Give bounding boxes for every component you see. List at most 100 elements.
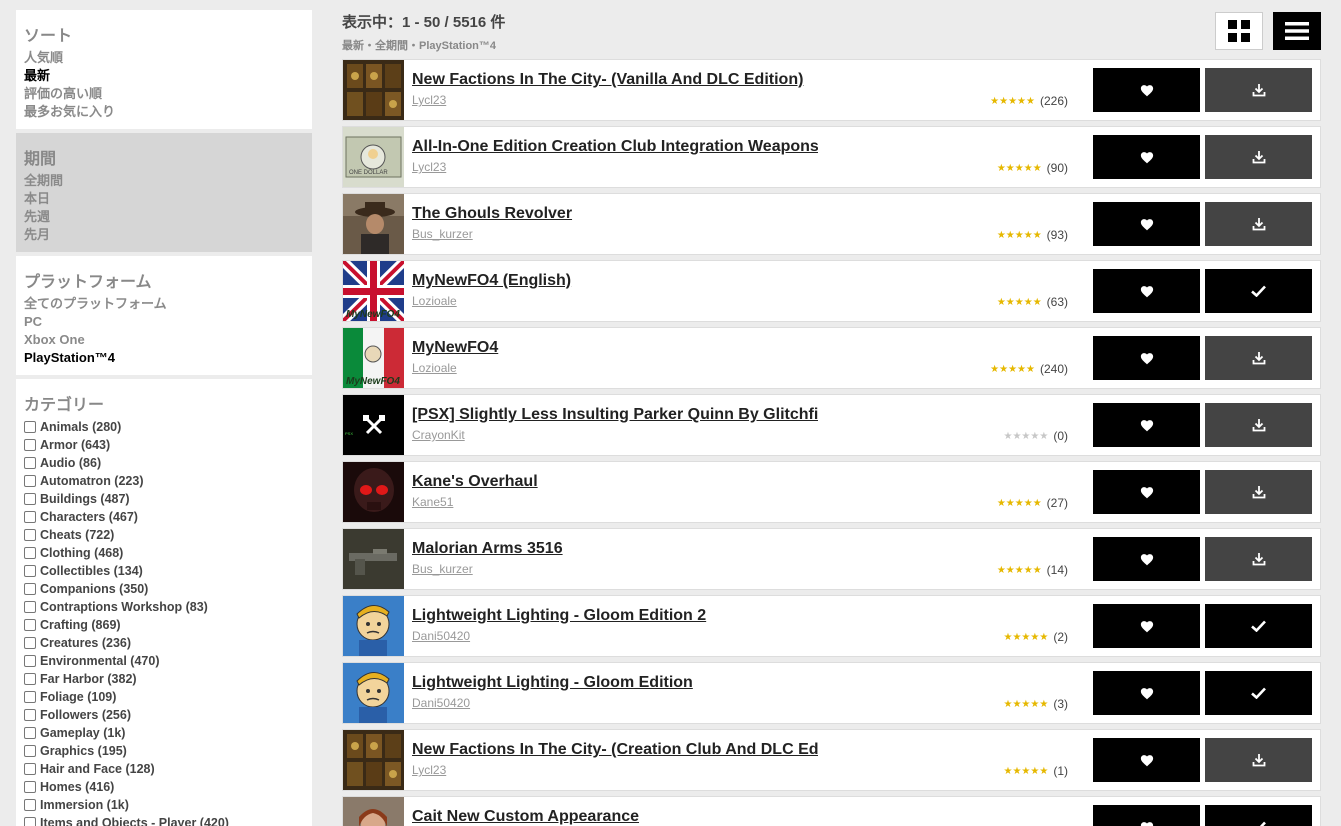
category-checkbox[interactable] [24, 493, 36, 505]
category-checkbox[interactable] [24, 727, 36, 739]
category-item[interactable]: Armor (643) [24, 436, 304, 454]
category-item[interactable]: Contraptions Workshop (83) [24, 598, 304, 616]
mod-author-link[interactable]: Lozioale [412, 361, 457, 375]
category-checkbox[interactable] [24, 619, 36, 631]
download-button[interactable] [1205, 403, 1312, 447]
mod-thumbnail[interactable]: MyNewFO4 [343, 328, 404, 388]
favorite-button[interactable] [1093, 805, 1200, 826]
mod-thumbnail[interactable] [343, 462, 404, 522]
sort-option[interactable]: 最新 [24, 67, 304, 85]
category-item[interactable]: Environmental (470) [24, 652, 304, 670]
category-checkbox[interactable] [24, 637, 36, 649]
platform-option[interactable]: 全てのプラットフォーム [24, 295, 304, 313]
favorite-button[interactable] [1093, 738, 1200, 782]
category-item[interactable]: Far Harbor (382) [24, 670, 304, 688]
category-checkbox[interactable] [24, 529, 36, 541]
mod-author-link[interactable]: Dani50420 [412, 696, 470, 710]
mod-title-link[interactable]: Cait New Custom Appearance [412, 808, 818, 826]
category-item[interactable]: Crafting (869) [24, 616, 304, 634]
category-checkbox[interactable] [24, 601, 36, 613]
download-button[interactable] [1205, 470, 1312, 514]
favorite-button[interactable] [1093, 135, 1200, 179]
mod-thumbnail[interactable] [343, 529, 404, 589]
mod-thumbnail[interactable] [343, 797, 404, 826]
category-item[interactable]: Creatures (236) [24, 634, 304, 652]
category-item[interactable]: Automatron (223) [24, 472, 304, 490]
mod-title-link[interactable]: New Factions In The City- (Vanilla And D… [412, 71, 818, 89]
category-item[interactable]: Followers (256) [24, 706, 304, 724]
favorite-button[interactable] [1093, 537, 1200, 581]
category-checkbox[interactable] [24, 655, 36, 667]
download-button[interactable] [1205, 68, 1312, 112]
sort-option[interactable]: 評価の高い順 [24, 85, 304, 103]
mod-thumbnail[interactable] [343, 60, 404, 120]
category-checkbox[interactable] [24, 709, 36, 721]
period-option[interactable]: 先月 [24, 226, 304, 244]
period-option[interactable]: 本日 [24, 190, 304, 208]
category-item[interactable]: Audio (86) [24, 454, 304, 472]
download-button[interactable] [1205, 135, 1312, 179]
period-option[interactable]: 先週 [24, 208, 304, 226]
download-button[interactable] [1205, 738, 1312, 782]
mod-author-link[interactable]: Lycl23 [412, 93, 446, 107]
category-checkbox[interactable] [24, 421, 36, 433]
download-button[interactable] [1205, 336, 1312, 380]
favorite-button[interactable] [1093, 336, 1200, 380]
category-item[interactable]: Graphics (195) [24, 742, 304, 760]
mod-author-link[interactable]: Dani50420 [412, 629, 470, 643]
mod-title-link[interactable]: Malorian Arms 3516 [412, 540, 818, 558]
category-checkbox[interactable] [24, 745, 36, 757]
category-item[interactable]: Immersion (1k) [24, 796, 304, 814]
favorite-button[interactable] [1093, 604, 1200, 648]
mod-thumbnail[interactable] [343, 194, 404, 254]
installed-button[interactable] [1205, 604, 1312, 648]
mod-author-link[interactable]: Lycl23 [412, 763, 446, 777]
category-checkbox[interactable] [24, 511, 36, 523]
list-view-button[interactable] [1273, 12, 1321, 50]
category-checkbox[interactable] [24, 457, 36, 469]
category-item[interactable]: Collectibles (134) [24, 562, 304, 580]
mod-thumbnail[interactable] [343, 663, 404, 723]
installed-button[interactable] [1205, 805, 1312, 826]
mod-author-link[interactable]: Bus_kurzer [412, 562, 473, 576]
mod-author-link[interactable]: Lozioale [412, 294, 457, 308]
favorite-button[interactable] [1093, 470, 1200, 514]
mod-thumbnail[interactable]: PSX [343, 395, 404, 455]
platform-option[interactable]: PC [24, 313, 304, 331]
mod-title-link[interactable]: The Ghouls Revolver [412, 205, 818, 223]
category-checkbox[interactable] [24, 475, 36, 487]
category-item[interactable]: Clothing (468) [24, 544, 304, 562]
mod-title-link[interactable]: MyNewFO4 [412, 339, 818, 357]
category-checkbox[interactable] [24, 439, 36, 451]
favorite-button[interactable] [1093, 269, 1200, 313]
favorite-button[interactable] [1093, 68, 1200, 112]
favorite-button[interactable] [1093, 671, 1200, 715]
mod-author-link[interactable]: Bus_kurzer [412, 227, 473, 241]
mod-thumbnail[interactable]: MyNewFO4 [343, 261, 404, 321]
mod-title-link[interactable]: All-In-One Edition Creation Club Integra… [412, 138, 818, 156]
installed-button[interactable] [1205, 671, 1312, 715]
category-item[interactable]: Hair and Face (128) [24, 760, 304, 778]
mod-title-link[interactable]: [PSX] Slightly Less Insulting Parker Qui… [412, 406, 818, 424]
period-option[interactable]: 全期間 [24, 172, 304, 190]
category-item[interactable]: Animals (280) [24, 418, 304, 436]
mod-title-link[interactable]: Lightweight Lighting - Gloom Edition [412, 674, 818, 692]
category-checkbox[interactable] [24, 583, 36, 595]
category-checkbox[interactable] [24, 565, 36, 577]
category-item[interactable]: Cheats (722) [24, 526, 304, 544]
mod-title-link[interactable]: Kane's Overhaul [412, 473, 818, 491]
category-item[interactable]: Buildings (487) [24, 490, 304, 508]
sort-option[interactable]: 人気順 [24, 49, 304, 67]
mod-author-link[interactable]: Kane51 [412, 495, 453, 509]
category-item[interactable]: Gameplay (1k) [24, 724, 304, 742]
mod-thumbnail[interactable] [343, 730, 404, 790]
installed-button[interactable] [1205, 269, 1312, 313]
favorite-button[interactable] [1093, 202, 1200, 246]
mod-title-link[interactable]: Lightweight Lighting - Gloom Edition 2 [412, 607, 818, 625]
platform-option[interactable]: PlayStation™4 [24, 349, 304, 367]
mod-thumbnail[interactable] [343, 596, 404, 656]
category-item[interactable]: Companions (350) [24, 580, 304, 598]
category-checkbox[interactable] [24, 673, 36, 685]
mod-thumbnail[interactable]: ONE DOLLAR [343, 127, 404, 187]
category-item[interactable]: Homes (416) [24, 778, 304, 796]
